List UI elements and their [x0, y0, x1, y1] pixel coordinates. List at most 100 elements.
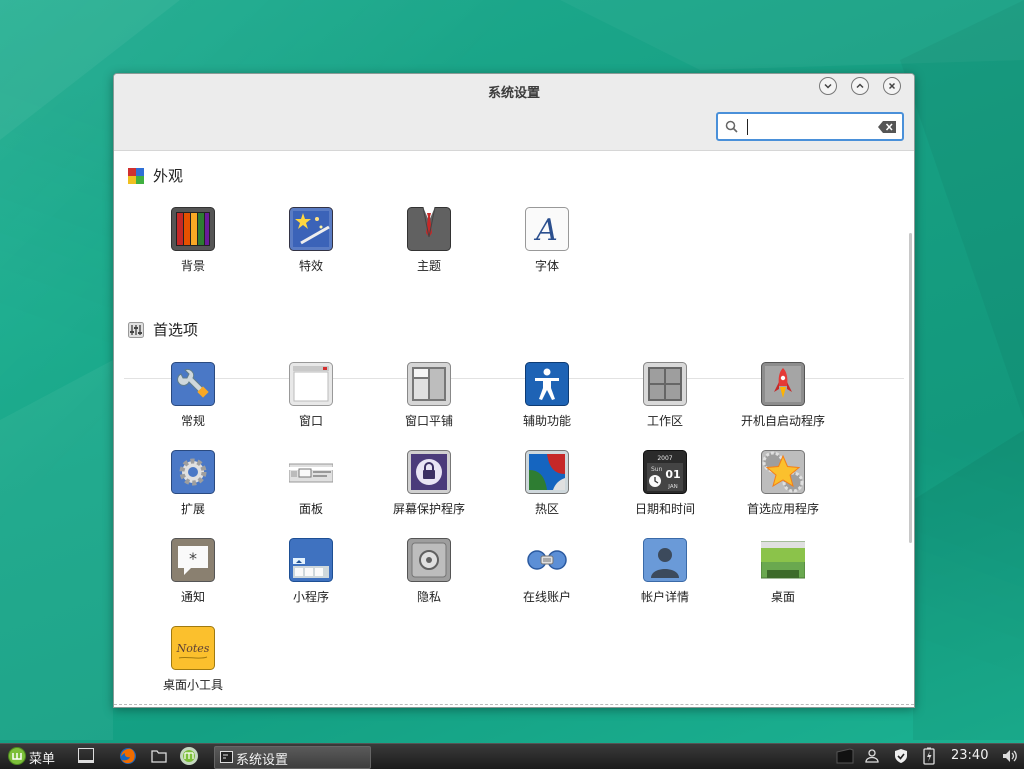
- clear-search-icon[interactable]: [878, 121, 896, 133]
- keyboard-icon[interactable]: [836, 748, 854, 764]
- settings-item-label: 小程序: [292, 590, 329, 604]
- terminal-window-icon: [220, 751, 233, 763]
- bottom-border: [114, 704, 914, 707]
- date-year-text: 2007: [657, 455, 672, 462]
- search-input[interactable]: [748, 117, 882, 139]
- window-tiling-icon: [407, 362, 451, 406]
- settings-item-label: 帐户详情: [640, 590, 689, 604]
- applets-icon: [289, 538, 333, 582]
- settings-item-account-details[interactable]: 帐户详情: [606, 538, 724, 605]
- settings-item-screensaver[interactable]: 屏幕保护程序: [370, 450, 488, 517]
- extensions-icon: [171, 450, 215, 494]
- settings-item-label: 扩展: [180, 502, 205, 516]
- mint-logo-icon: [8, 747, 26, 765]
- settings-item-privacy[interactable]: 隐私: [370, 538, 488, 605]
- settings-item-label: 字体: [534, 259, 559, 273]
- date-weekday-text: Sun: [651, 466, 663, 473]
- settings-item-label: 开机自启动程序: [740, 414, 825, 428]
- settings-item-label: 桌面小工具: [162, 678, 223, 692]
- windows-icon: [289, 362, 333, 406]
- window-title: 系统设置: [487, 86, 540, 101]
- settings-item-label: 热区: [534, 502, 559, 516]
- window-titlebar: 系统设置: [114, 74, 914, 151]
- show-desktop-icon[interactable]: [78, 748, 94, 764]
- user-icon[interactable]: [865, 748, 879, 764]
- notifications-icon: *: [171, 538, 215, 582]
- online-accounts-icon: [527, 550, 567, 570]
- date-time-icon: 2007 Sun 01 JAN: [643, 450, 687, 494]
- panel-icon: [288, 463, 334, 483]
- settings-item-extensions[interactable]: 扩展: [134, 450, 252, 517]
- svg-text:A: A: [533, 213, 558, 248]
- settings-item-label: 桌面: [770, 590, 795, 604]
- settings-item-background[interactable]: 背景: [134, 207, 252, 274]
- settings-item-label: 背景: [180, 259, 205, 273]
- settings-item-windows[interactable]: 窗口: [252, 362, 370, 429]
- shield-icon[interactable]: [894, 748, 908, 764]
- close-button[interactable]: [883, 77, 901, 95]
- clock[interactable]: 23:40: [951, 748, 988, 763]
- search-field[interactable]: [716, 112, 904, 141]
- settings-content: 外观 背景 特效 主题 A 字体 首选项 常规 窗口 窗口平铺 辅助功能 工作区…: [114, 151, 914, 707]
- general-icon: [171, 362, 215, 406]
- taskbar: 菜单 系统设置 23:40: [0, 743, 1024, 769]
- settings-item-label: 窗口: [298, 414, 323, 428]
- settings-item-window-tiling[interactable]: 窗口平铺: [370, 362, 488, 429]
- maximize-button[interactable]: [851, 77, 869, 95]
- section-preferences-header: 首选项: [128, 319, 198, 340]
- settings-item-label: 通知: [180, 590, 205, 604]
- search-icon: [725, 120, 738, 133]
- firefox-icon[interactable]: [119, 747, 137, 765]
- settings-item-label: 特效: [298, 259, 323, 273]
- settings-item-hot-corners[interactable]: 热区: [488, 450, 606, 517]
- settings-item-fonts[interactable]: A 字体: [488, 207, 606, 274]
- settings-item-label: 工作区: [646, 414, 683, 428]
- workspaces-icon: [643, 362, 687, 406]
- settings-item-notifications[interactable]: * 通知: [134, 538, 252, 605]
- taskbar-window-label: 系统设置: [236, 753, 289, 768]
- preferred-apps-icon: [761, 450, 805, 494]
- account-details-icon: [643, 538, 687, 582]
- settings-item-desktop[interactable]: 桌面: [724, 538, 842, 605]
- menu-label[interactable]: 菜单: [29, 748, 55, 767]
- menu-button[interactable]: [8, 747, 26, 765]
- desklets-icon: Notes: [171, 626, 215, 670]
- settings-item-applets[interactable]: 小程序: [252, 538, 370, 605]
- software-manager-icon[interactable]: [179, 746, 199, 766]
- effects-icon: [289, 207, 333, 251]
- settings-item-general[interactable]: 常规: [134, 362, 252, 429]
- svg-text:*: *: [189, 549, 197, 568]
- settings-item-label: 日期和时间: [634, 502, 695, 516]
- chevron-down-icon: [824, 83, 832, 89]
- settings-item-panel[interactable]: 面板: [252, 450, 370, 517]
- accessibility-icon: [525, 362, 569, 406]
- date-day-text: 01: [665, 468, 680, 481]
- settings-item-label: 屏幕保护程序: [392, 502, 465, 516]
- scrollbar[interactable]: [909, 233, 912, 543]
- settings-item-label: 窗口平铺: [404, 414, 453, 428]
- settings-item-date-time[interactable]: 2007 Sun 01 JAN 日期和时间: [606, 450, 724, 517]
- settings-item-effects[interactable]: 特效: [252, 207, 370, 274]
- settings-item-preferred-apps[interactable]: 首选应用程序: [724, 450, 842, 517]
- section-appearance-title: 外观: [153, 167, 184, 185]
- battery-icon[interactable]: [923, 747, 935, 765]
- preferences-icon: [128, 321, 144, 338]
- section-appearance-header: 外观: [128, 165, 183, 186]
- settings-item-online-accounts[interactable]: 在线账户: [488, 538, 606, 605]
- minimize-button[interactable]: [819, 77, 837, 95]
- system-settings-window: 系统设置 外观 背景 特效 主题 A 字体 首选项 常规 窗口 窗口平铺 辅助功…: [113, 73, 915, 708]
- settings-item-themes[interactable]: 主题: [370, 206, 488, 274]
- settings-item-desklets[interactable]: Notes 桌面小工具: [134, 626, 252, 693]
- file-manager-icon[interactable]: [151, 748, 167, 764]
- taskbar-window-button[interactable]: 系统设置: [214, 746, 371, 769]
- volume-icon[interactable]: [1002, 749, 1018, 763]
- settings-item-label: 常规: [180, 414, 205, 428]
- settings-item-accessibility[interactable]: 辅助功能: [488, 362, 606, 429]
- notes-text: Notes: [176, 642, 210, 655]
- settings-item-workspaces[interactable]: 工作区: [606, 362, 724, 429]
- desktop-icon: [760, 541, 806, 579]
- fonts-icon: A: [525, 207, 569, 251]
- chevron-up-icon: [856, 83, 864, 89]
- privacy-icon: [407, 538, 451, 582]
- settings-item-startup-apps[interactable]: 开机自启动程序: [724, 362, 842, 429]
